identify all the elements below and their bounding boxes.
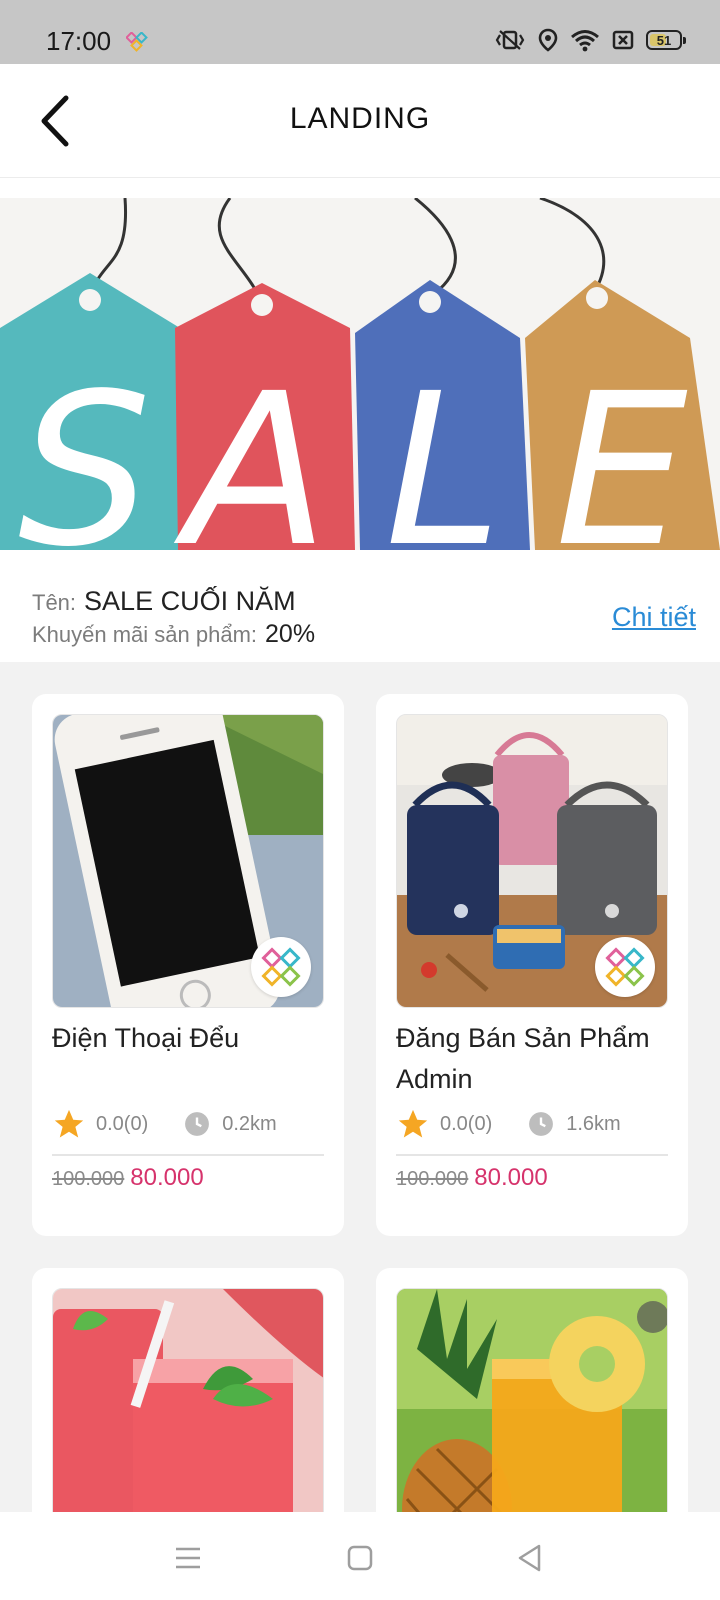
product-card[interactable]: Điện Thoại Đểu 0.0(0) 0.2km 100.000 80.0… <box>32 694 344 1236</box>
header: LANDING <box>0 64 720 178</box>
banner-letter-e: E <box>555 348 688 550</box>
product-prices: 100.000 80.000 <box>396 1164 548 1192</box>
banner-letter-l: L <box>385 348 502 550</box>
battery-icon: 51 <box>646 30 686 50</box>
detail-link[interactable]: Chi tiết <box>612 602 696 633</box>
star-icon <box>54 1109 84 1138</box>
no-sim-icon <box>612 30 634 50</box>
nav-menu-button[interactable] <box>168 1538 208 1578</box>
product-meta: 0.0(0) 0.2km <box>52 1106 324 1142</box>
back-triangle-icon <box>518 1544 541 1572</box>
sale-price: 80.000 <box>130 1164 204 1191</box>
promo-name: SALE CUỐI NĂM <box>84 586 296 616</box>
product-prices: 100.000 80.000 <box>52 1164 204 1192</box>
promo-discount-label: Khuyến mãi sản phẩm: <box>32 622 258 647</box>
clock-icon <box>529 1112 554 1136</box>
product-title: Điện Thoại Đểu <box>52 1023 240 1053</box>
status-time: 17:00 <box>46 26 112 56</box>
product-rating: 0.0(0) <box>440 1112 493 1135</box>
wifi-icon <box>571 30 599 52</box>
card-divider <box>396 1154 668 1156</box>
vibrate-icon <box>495 30 525 50</box>
nav-back-button[interactable] <box>510 1538 550 1578</box>
promo-name-row: Tên: SALE CUỐI NĂM <box>32 586 296 617</box>
product-distance: 0.2km <box>222 1112 277 1135</box>
store-logo-badge <box>251 937 311 997</box>
product-card[interactable]: Đăng Bán Sản Phẩm Admin 0.0(0) 1.6km 100… <box>376 694 688 1236</box>
product-image-lunch-bags <box>396 714 668 1008</box>
banner-spacer <box>0 178 720 198</box>
store-logo-badge <box>595 937 655 997</box>
store-logo-icon <box>605 947 645 987</box>
old-price: 100.000 <box>52 1168 125 1190</box>
promo-name-label: Tên: <box>32 590 77 615</box>
product-distance: 1.6km <box>566 1112 621 1135</box>
product-title: Đăng Bán Sản Phẩm Admin <box>396 1023 650 1094</box>
banner-letter-a: A <box>173 348 329 550</box>
old-price: 100.000 <box>396 1168 469 1190</box>
clock-icon <box>185 1112 210 1136</box>
sale-banner-image: S A L E <box>0 198 720 550</box>
banner-letter-s: S <box>18 348 151 550</box>
promo-info: Tên: SALE CUỐI NĂM Khuyến mãi sản phẩm: … <box>0 550 720 662</box>
page-title: LANDING <box>289 102 431 135</box>
sale-banner[interactable]: S A L E <box>0 198 720 550</box>
location-icon <box>538 28 558 52</box>
card-divider <box>52 1154 324 1156</box>
promo-discount: 20% <box>265 620 316 648</box>
product-rating: 0.0(0) <box>96 1112 149 1135</box>
store-logo-icon <box>261 947 301 987</box>
nav-home-button[interactable] <box>340 1538 380 1578</box>
app-notification-icon <box>125 31 148 57</box>
sale-price: 80.000 <box>474 1164 548 1191</box>
status-bar: 17:00 51 <box>0 0 720 64</box>
menu-icon <box>176 1547 200 1569</box>
home-square-icon <box>347 1545 373 1571</box>
status-icons: 51 <box>494 28 686 52</box>
system-nav-bar <box>0 1512 720 1600</box>
battery-level: 51 <box>656 32 672 48</box>
promo-discount-row: Khuyến mãi sản phẩm: 20% <box>32 620 315 649</box>
star-icon <box>398 1109 428 1138</box>
product-image-phone <box>52 714 324 1008</box>
product-meta: 0.0(0) 1.6km <box>396 1106 668 1142</box>
